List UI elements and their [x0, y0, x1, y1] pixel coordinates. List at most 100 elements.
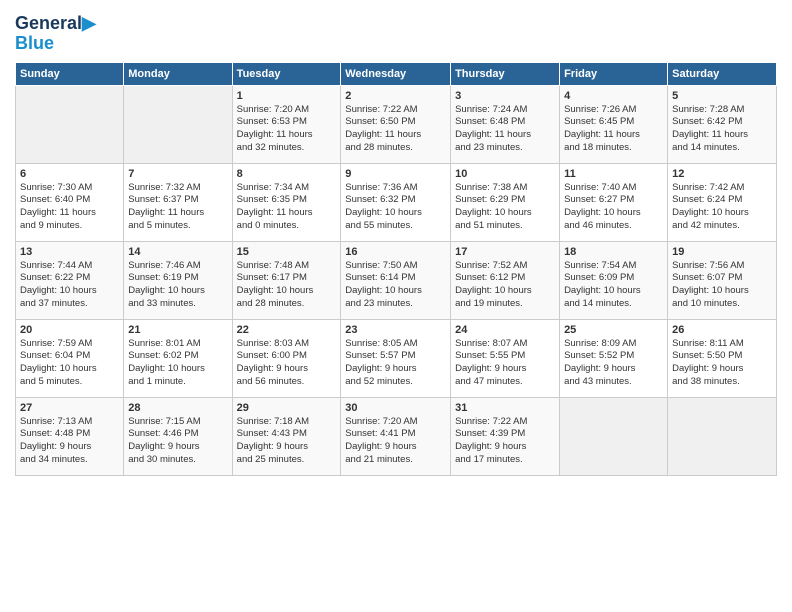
day-info: Sunrise: 7:42 AM Sunset: 6:24 PM Dayligh…	[672, 182, 772, 233]
day-info: Sunrise: 7:28 AM Sunset: 6:42 PM Dayligh…	[672, 104, 772, 155]
calendar-cell: 18 Sunrise: 7:54 AM Sunset: 6:09 PM Dayli…	[560, 241, 668, 319]
day-info: Sunrise: 7:46 AM Sunset: 6:19 PM Dayligh…	[128, 260, 227, 311]
weekday-header: Friday	[560, 62, 668, 85]
page-container: General▶ Blue SundayMondayTuesdayWednesd…	[0, 0, 792, 481]
day-number: 6	[20, 168, 119, 180]
day-number: 5	[672, 90, 772, 102]
day-number: 30	[345, 402, 446, 414]
calendar-cell	[668, 397, 777, 475]
day-number: 14	[128, 246, 227, 258]
day-number: 8	[237, 168, 337, 180]
calendar-cell: 3 Sunrise: 7:24 AM Sunset: 6:48 PM Daylig…	[451, 85, 560, 163]
day-number: 13	[20, 246, 119, 258]
weekday-header: Thursday	[451, 62, 560, 85]
day-number: 4	[564, 90, 663, 102]
day-number: 9	[345, 168, 446, 180]
calendar-cell	[124, 85, 232, 163]
day-number: 24	[455, 324, 555, 336]
calendar-cell: 14 Sunrise: 7:46 AM Sunset: 6:19 PM Dayli…	[124, 241, 232, 319]
calendar-week-row: 6 Sunrise: 7:30 AM Sunset: 6:40 PM Daylig…	[16, 163, 777, 241]
day-info: Sunrise: 7:20 AM Sunset: 4:41 PM Dayligh…	[345, 416, 446, 467]
calendar-table: SundayMondayTuesdayWednesdayThursdayFrid…	[15, 62, 777, 476]
day-info: Sunrise: 7:24 AM Sunset: 6:48 PM Dayligh…	[455, 104, 555, 155]
day-number: 27	[20, 402, 119, 414]
day-number: 26	[672, 324, 772, 336]
calendar-week-row: 1Sunrise: 7:20 AM Sunset: 6:53 PM Daylig…	[16, 85, 777, 163]
day-info: Sunrise: 7:26 AM Sunset: 6:45 PM Dayligh…	[564, 104, 663, 155]
day-number: 3	[455, 90, 555, 102]
day-number: 25	[564, 324, 663, 336]
weekday-header: Tuesday	[232, 62, 341, 85]
day-info: Sunrise: 7:15 AM Sunset: 4:46 PM Dayligh…	[128, 416, 227, 467]
day-number: 1	[237, 90, 337, 102]
calendar-cell: 26 Sunrise: 8:11 AM Sunset: 5:50 PM Dayli…	[668, 319, 777, 397]
calendar-cell: 22 Sunrise: 8:03 AM Sunset: 6:00 PM Dayli…	[232, 319, 341, 397]
day-number: 23	[345, 324, 446, 336]
calendar-cell: 17 Sunrise: 7:52 AM Sunset: 6:12 PM Dayli…	[451, 241, 560, 319]
day-info: Sunrise: 7:52 AM Sunset: 6:12 PM Dayligh…	[455, 260, 555, 311]
calendar-cell: 21 Sunrise: 8:01 AM Sunset: 6:02 PM Dayli…	[124, 319, 232, 397]
day-number: 16	[345, 246, 446, 258]
calendar-cell: 7Sunrise: 7:32 AM Sunset: 6:37 PM Daylig…	[124, 163, 232, 241]
day-number: 10	[455, 168, 555, 180]
day-info: Sunrise: 8:11 AM Sunset: 5:50 PM Dayligh…	[672, 338, 772, 389]
calendar-cell: 19Sunrise: 7:56 AM Sunset: 6:07 PM Dayli…	[668, 241, 777, 319]
day-info: Sunrise: 7:59 AM Sunset: 6:04 PM Dayligh…	[20, 338, 119, 389]
day-number: 12	[672, 168, 772, 180]
calendar-cell	[560, 397, 668, 475]
day-number: 17	[455, 246, 555, 258]
day-number: 29	[237, 402, 337, 414]
day-info: Sunrise: 7:34 AM Sunset: 6:35 PM Dayligh…	[237, 182, 337, 233]
day-number: 21	[128, 324, 227, 336]
calendar-cell: 5 Sunrise: 7:28 AM Sunset: 6:42 PM Daylig…	[668, 85, 777, 163]
calendar-cell: 12 Sunrise: 7:42 AM Sunset: 6:24 PM Dayli…	[668, 163, 777, 241]
calendar-header-row: SundayMondayTuesdayWednesdayThursdayFrid…	[16, 62, 777, 85]
calendar-cell: 29Sunrise: 7:18 AM Sunset: 4:43 PM Dayli…	[232, 397, 341, 475]
logo: General▶ Blue	[15, 14, 96, 54]
day-info: Sunrise: 8:03 AM Sunset: 6:00 PM Dayligh…	[237, 338, 337, 389]
calendar-cell: 24 Sunrise: 8:07 AM Sunset: 5:55 PM Dayli…	[451, 319, 560, 397]
day-info: Sunrise: 7:38 AM Sunset: 6:29 PM Dayligh…	[455, 182, 555, 233]
calendar-cell: 9 Sunrise: 7:36 AM Sunset: 6:32 PM Daylig…	[341, 163, 451, 241]
day-number: 31	[455, 402, 555, 414]
calendar-cell: 31Sunrise: 7:22 AM Sunset: 4:39 PM Dayli…	[451, 397, 560, 475]
day-info: Sunrise: 8:01 AM Sunset: 6:02 PM Dayligh…	[128, 338, 227, 389]
calendar-cell: 4 Sunrise: 7:26 AM Sunset: 6:45 PM Daylig…	[560, 85, 668, 163]
day-info: Sunrise: 7:30 AM Sunset: 6:40 PM Dayligh…	[20, 182, 119, 233]
day-number: 20	[20, 324, 119, 336]
calendar-cell: 27 Sunrise: 7:13 AM Sunset: 4:48 PM Dayli…	[16, 397, 124, 475]
day-number: 11	[564, 168, 663, 180]
day-info: Sunrise: 7:40 AM Sunset: 6:27 PM Dayligh…	[564, 182, 663, 233]
day-number: 28	[128, 402, 227, 414]
calendar-cell	[16, 85, 124, 163]
calendar-week-row: 13 Sunrise: 7:44 AM Sunset: 6:22 PM Dayli…	[16, 241, 777, 319]
calendar-cell: 16Sunrise: 7:50 AM Sunset: 6:14 PM Dayli…	[341, 241, 451, 319]
day-info: Sunrise: 8:09 AM Sunset: 5:52 PM Dayligh…	[564, 338, 663, 389]
header: General▶ Blue	[15, 10, 777, 54]
day-number: 2	[345, 90, 446, 102]
day-info: Sunrise: 7:56 AM Sunset: 6:07 PM Dayligh…	[672, 260, 772, 311]
calendar-cell: 6 Sunrise: 7:30 AM Sunset: 6:40 PM Daylig…	[16, 163, 124, 241]
calendar-week-row: 27 Sunrise: 7:13 AM Sunset: 4:48 PM Dayli…	[16, 397, 777, 475]
day-info: Sunrise: 7:48 AM Sunset: 6:17 PM Dayligh…	[237, 260, 337, 311]
day-info: Sunrise: 7:54 AM Sunset: 6:09 PM Dayligh…	[564, 260, 663, 311]
day-info: Sunrise: 8:07 AM Sunset: 5:55 PM Dayligh…	[455, 338, 555, 389]
calendar-week-row: 20 Sunrise: 7:59 AM Sunset: 6:04 PM Dayli…	[16, 319, 777, 397]
day-info: Sunrise: 8:05 AM Sunset: 5:57 PM Dayligh…	[345, 338, 446, 389]
calendar-cell: 11 Sunrise: 7:40 AM Sunset: 6:27 PM Dayli…	[560, 163, 668, 241]
day-number: 7	[128, 168, 227, 180]
calendar-cell: 2Sunrise: 7:22 AM Sunset: 6:50 PM Daylig…	[341, 85, 451, 163]
weekday-header: Sunday	[16, 62, 124, 85]
day-info: Sunrise: 7:36 AM Sunset: 6:32 PM Dayligh…	[345, 182, 446, 233]
day-number: 18	[564, 246, 663, 258]
calendar-cell: 23 Sunrise: 8:05 AM Sunset: 5:57 PM Dayli…	[341, 319, 451, 397]
calendar-cell: 15Sunrise: 7:48 AM Sunset: 6:17 PM Dayli…	[232, 241, 341, 319]
day-info: Sunrise: 7:44 AM Sunset: 6:22 PM Dayligh…	[20, 260, 119, 311]
weekday-header: Saturday	[668, 62, 777, 85]
weekday-header: Wednesday	[341, 62, 451, 85]
calendar-cell: 8 Sunrise: 7:34 AM Sunset: 6:35 PM Daylig…	[232, 163, 341, 241]
day-info: Sunrise: 7:13 AM Sunset: 4:48 PM Dayligh…	[20, 416, 119, 467]
calendar-cell: 10 Sunrise: 7:38 AM Sunset: 6:29 PM Dayli…	[451, 163, 560, 241]
day-number: 22	[237, 324, 337, 336]
logo-blue: Blue	[15, 34, 96, 54]
